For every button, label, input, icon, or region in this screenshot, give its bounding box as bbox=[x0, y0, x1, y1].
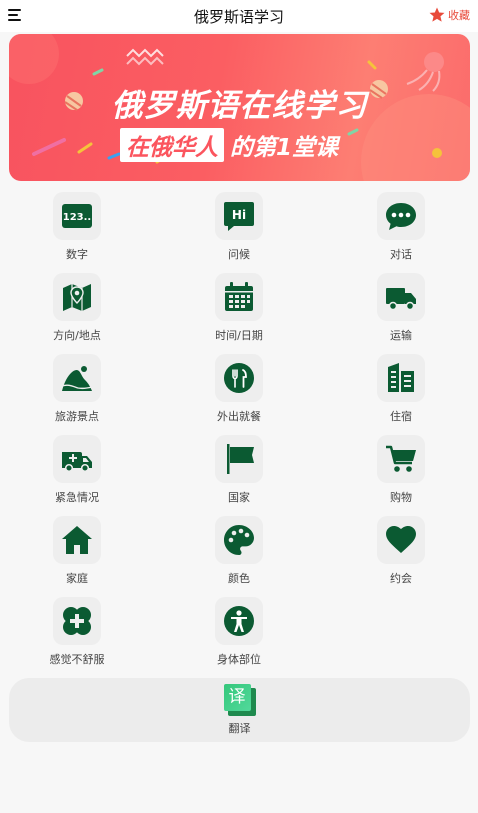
category-label: 住宿 bbox=[390, 410, 412, 423]
svg-text:Hi: Hi bbox=[232, 208, 246, 222]
number-123-icon: 123.. bbox=[62, 204, 92, 228]
translate-label: 翻译 bbox=[228, 722, 251, 735]
translate-button[interactable]: 译 翻译 bbox=[9, 678, 470, 742]
ambulance-icon bbox=[62, 452, 92, 473]
category-label: 运输 bbox=[390, 329, 412, 342]
category-label: 身体部位 bbox=[217, 653, 261, 666]
category-colors[interactable]: 颜色 bbox=[189, 516, 289, 590]
category-family[interactable]: 家庭 bbox=[27, 516, 127, 590]
category-label: 旅游景点 bbox=[55, 410, 99, 423]
svg-text:123..: 123.. bbox=[63, 212, 91, 223]
medical-cross-icon bbox=[63, 607, 91, 635]
buildings-icon bbox=[388, 363, 414, 392]
category-accommodation[interactable]: 住宿 bbox=[351, 354, 451, 428]
map-pin-icon bbox=[63, 284, 91, 311]
category-emergency[interactable]: 紧急情况 bbox=[27, 435, 127, 509]
mountain-icon bbox=[61, 366, 93, 391]
category-countries[interactable]: 国家 bbox=[189, 435, 289, 509]
shopping-cart-icon bbox=[386, 445, 416, 472]
truck-icon bbox=[386, 288, 416, 311]
category-dating[interactable]: 约会 bbox=[351, 516, 451, 590]
category-label: 外出就餐 bbox=[217, 410, 261, 423]
category-label: 家庭 bbox=[66, 572, 88, 585]
heart-icon bbox=[386, 526, 416, 553]
category-greetings[interactable]: Hi 问候 bbox=[189, 192, 289, 266]
category-time-date[interactable]: 时间/日期 bbox=[189, 273, 289, 347]
category-label: 时间/日期 bbox=[215, 329, 263, 342]
category-label: 问候 bbox=[228, 248, 250, 261]
flag-icon bbox=[227, 444, 254, 474]
category-feeling-unwell[interactable]: 感觉不舒服 bbox=[27, 597, 127, 671]
category-dining[interactable]: 外出就餐 bbox=[189, 354, 289, 428]
category-sightseeing[interactable]: 旅游景点 bbox=[27, 354, 127, 428]
fork-knife-icon bbox=[224, 363, 254, 393]
calendar-icon bbox=[225, 282, 253, 311]
person-body-icon bbox=[224, 606, 254, 636]
category-label: 感觉不舒服 bbox=[49, 653, 105, 666]
category-body-parts[interactable]: 身体部位 bbox=[189, 597, 289, 671]
category-label: 对话 bbox=[390, 248, 412, 261]
category-numbers[interactable]: 123.. 数字 bbox=[27, 192, 127, 266]
banner-subtitle-rest: 的第1堂课 bbox=[230, 135, 339, 161]
chat-bubble-icon bbox=[386, 203, 416, 230]
category-dialogue[interactable]: 对话 bbox=[351, 192, 451, 266]
category-label: 紧急情况 bbox=[55, 491, 99, 504]
banner-subtitle: 在俄华人 的第1堂课 bbox=[120, 128, 338, 162]
favorite-button[interactable]: 收藏 bbox=[428, 6, 470, 24]
hi-chat-icon: Hi bbox=[224, 202, 254, 231]
category-label: 约会 bbox=[390, 572, 412, 585]
top-bar: 俄罗斯语学习 收藏 bbox=[0, 0, 478, 32]
category-directions[interactable]: 方向/地点 bbox=[27, 273, 127, 347]
category-label: 国家 bbox=[228, 491, 250, 504]
category-shopping[interactable]: 购物 bbox=[351, 435, 451, 509]
category-transport[interactable]: 运输 bbox=[351, 273, 451, 347]
category-label: 数字 bbox=[66, 248, 88, 261]
palette-icon bbox=[224, 525, 254, 555]
house-icon bbox=[62, 526, 92, 554]
favorite-label: 收藏 bbox=[448, 9, 470, 22]
category-label: 颜色 bbox=[228, 572, 250, 585]
star-icon bbox=[429, 7, 445, 22]
translate-icon: 译 bbox=[223, 684, 256, 716]
promo-banner[interactable]: 俄罗斯语在线学习 在俄华人 的第1堂课 bbox=[9, 34, 470, 181]
category-label: 购物 bbox=[390, 491, 412, 504]
banner-subtitle-boxed: 在俄华人 bbox=[120, 128, 224, 162]
category-label: 方向/地点 bbox=[53, 329, 101, 342]
page-title: 俄罗斯语学习 bbox=[193, 8, 284, 26]
banner-title: 俄罗斯语在线学习 bbox=[111, 88, 368, 124]
